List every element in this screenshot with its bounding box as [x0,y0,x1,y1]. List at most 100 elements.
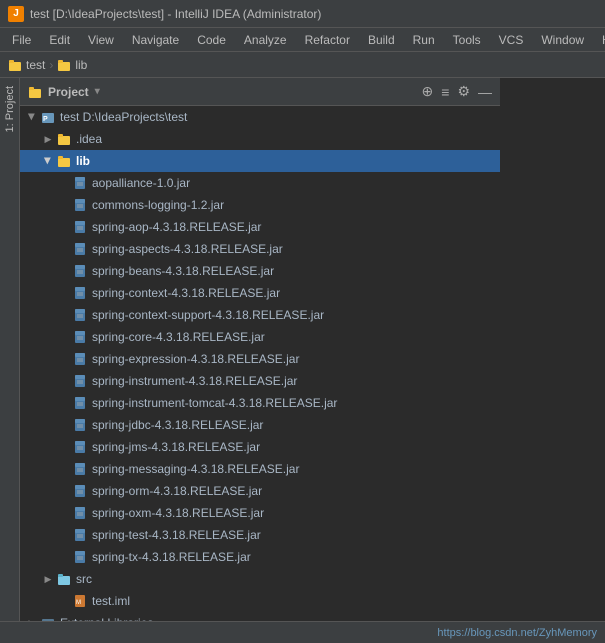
jar-label: spring-aop-4.3.18.RELEASE.jar [92,220,261,234]
jar-files-container: ▶ aopalliance-1.0.jar▶ commons-logging-1… [20,172,500,568]
breadcrumb-bar: test › lib [0,52,605,78]
jar-label: spring-expression-4.3.18.RELEASE.jar [92,352,299,366]
jar-icon [72,483,88,499]
jar-label: spring-instrument-tomcat-4.3.18.RELEASE.… [92,396,337,410]
app-icon: J [8,6,24,22]
tree-iml[interactable]: ▶ M test.iml [20,590,500,612]
iml-label: test.iml [92,594,130,608]
jar-label: spring-oxm-4.3.18.RELEASE.jar [92,506,264,520]
tree-jar-file[interactable]: ▶ commons-logging-1.2.jar [20,194,500,216]
tree-jar-file[interactable]: ▶ spring-tx-4.3.18.RELEASE.jar [20,546,500,568]
jar-icon [72,417,88,433]
tree-jar-file[interactable]: ▶ spring-aspects-4.3.18.RELEASE.jar [20,238,500,260]
jar-icon [72,175,88,191]
jar-icon [72,219,88,235]
breadcrumb-lib[interactable]: lib [75,58,87,72]
minimize-icon[interactable]: — [478,84,492,100]
root-label: test D:\IdeaProjects\test [60,110,187,124]
title-bar: J test [D:\IdeaProjects\test] - IntelliJ… [0,0,605,28]
tree-jar-file[interactable]: ▶ spring-core-4.3.18.RELEASE.jar [20,326,500,348]
jar-icon [72,329,88,345]
lib-label: lib [76,154,90,168]
jar-icon [72,197,88,213]
jar-icon [72,395,88,411]
svg-text:M: M [76,600,81,606]
jar-label: spring-context-support-4.3.18.RELEASE.ja… [92,308,324,322]
window-title: test [D:\IdeaProjects\test] - IntelliJ I… [30,7,321,21]
jar-icon [72,241,88,257]
tree-jar-file[interactable]: ▶ aopalliance-1.0.jar [20,172,500,194]
breadcrumb-lib-icon [57,58,71,72]
jar-icon [72,549,88,565]
tree-jar-file[interactable]: ▶ spring-jms-4.3.18.RELEASE.jar [20,436,500,458]
panel-project-icon [28,85,42,99]
root-icon: P [40,109,56,125]
tree-jar-file[interactable]: ▶ spring-instrument-4.3.18.RELEASE.jar [20,370,500,392]
menu-item-window[interactable]: Window [533,31,592,49]
jar-icon [72,285,88,301]
side-tab: 1: Project [0,78,20,643]
menu-item-analyze[interactable]: Analyze [236,31,295,49]
menu-item-file[interactable]: File [4,31,39,49]
tree-jar-file[interactable]: ▶ spring-instrument-tomcat-4.3.18.RELEAS… [20,392,500,414]
jar-icon [72,373,88,389]
file-tree[interactable]: ▶ P test D:\IdeaProjects\test ▶ [20,106,500,643]
tree-jar-file[interactable]: ▶ spring-jdbc-4.3.18.RELEASE.jar [20,414,500,436]
tree-lib[interactable]: ▶ lib [20,150,500,172]
lib-arrow: ▶ [40,153,56,169]
svg-text:P: P [43,116,48,123]
src-label: src [76,572,92,586]
menu-item-code[interactable]: Code [189,31,234,49]
tree-src[interactable]: ▶ src [20,568,500,590]
filter-icon[interactable]: ≡ [441,84,449,100]
project-panel: Project ▾ ⊕ ≡ ⚙ — ▶ P test [20,78,500,643]
tree-idea[interactable]: ▶ .idea [20,128,500,150]
panel-title-group: Project ▾ [28,85,100,99]
breadcrumb-test[interactable]: test [26,58,45,72]
menu-bar: FileEditViewNavigateCodeAnalyzeRefactorB… [0,28,605,52]
panel-header: Project ▾ ⊕ ≡ ⚙ — [20,78,500,106]
bottom-bar: https://blog.csdn.net/ZyhMemory [0,621,605,643]
tree-root[interactable]: ▶ P test D:\IdeaProjects\test [20,106,500,128]
add-icon[interactable]: ⊕ [422,83,434,100]
src-arrow: ▶ [40,571,56,587]
tree-jar-file[interactable]: ▶ spring-oxm-4.3.18.RELEASE.jar [20,502,500,524]
lib-icon [56,153,72,169]
project-tab-label[interactable]: 1: Project [2,82,18,136]
tree-jar-file[interactable]: ▶ spring-aop-4.3.18.RELEASE.jar [20,216,500,238]
jar-icon [72,263,88,279]
menu-item-edit[interactable]: Edit [41,31,78,49]
tree-jar-file[interactable]: ▶ spring-context-support-4.3.18.RELEASE.… [20,304,500,326]
menu-item-run[interactable]: Run [405,31,443,49]
jar-icon [72,527,88,543]
idea-arrow: ▶ [40,131,56,147]
menu-item-view[interactable]: View [80,31,122,49]
menu-item-tools[interactable]: Tools [445,31,489,49]
menu-item-refactor[interactable]: Refactor [297,31,358,49]
settings-icon[interactable]: ⚙ [457,83,470,100]
tree-jar-file[interactable]: ▶ spring-beans-4.3.18.RELEASE.jar [20,260,500,282]
jar-label: spring-aspects-4.3.18.RELEASE.jar [92,242,283,256]
menu-item-help[interactable]: Help [594,31,605,49]
tree-jar-file[interactable]: ▶ spring-orm-4.3.18.RELEASE.jar [20,480,500,502]
iml-icon: M [72,593,88,609]
jar-label: spring-jdbc-4.3.18.RELEASE.jar [92,418,263,432]
tree-jar-file[interactable]: ▶ spring-messaging-4.3.18.RELEASE.jar [20,458,500,480]
panel-dropdown-arrow[interactable]: ▾ [95,86,100,97]
menu-item-build[interactable]: Build [360,31,403,49]
tree-jar-file[interactable]: ▶ spring-test-4.3.18.RELEASE.jar [20,524,500,546]
tree-jar-file[interactable]: ▶ spring-expression-4.3.18.RELEASE.jar [20,348,500,370]
jar-label: spring-instrument-4.3.18.RELEASE.jar [92,374,297,388]
jar-icon [72,307,88,323]
menu-item-vcs[interactable]: VCS [491,31,532,49]
menu-item-navigate[interactable]: Navigate [124,31,187,49]
panel-action-icons: ⊕ ≡ ⚙ — [422,83,492,100]
idea-label: .idea [76,132,102,146]
bottom-url: https://blog.csdn.net/ZyhMemory [437,627,597,639]
jar-label: spring-core-4.3.18.RELEASE.jar [92,330,265,344]
right-empty [500,78,605,643]
jar-icon [72,461,88,477]
tree-jar-file[interactable]: ▶ spring-context-4.3.18.RELEASE.jar [20,282,500,304]
idea-icon [56,131,72,147]
jar-label: spring-tx-4.3.18.RELEASE.jar [92,550,251,564]
